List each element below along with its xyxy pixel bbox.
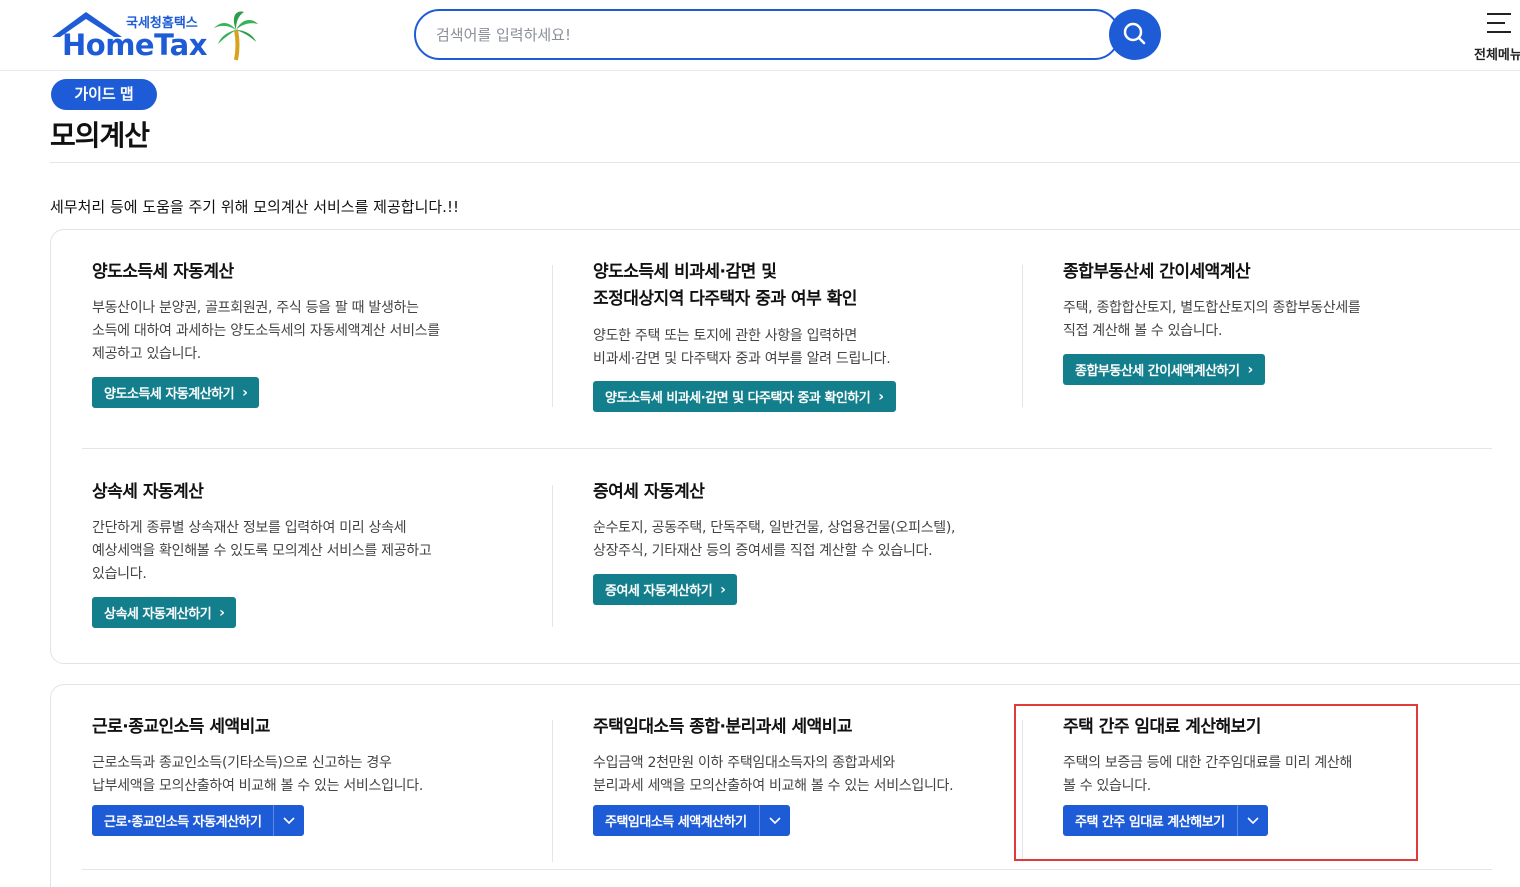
rental-income-dropdown-button[interactable]: [758, 805, 790, 836]
palm-tree-icon: [214, 11, 258, 61]
rental-income-calc-split-button: 주택임대소득 세액계산하기: [593, 805, 790, 836]
card-title: 종합부동산세 간이세액계산: [1063, 262, 1251, 282]
religious-income-dropdown-button[interactable]: [273, 805, 305, 836]
chevron-down-icon: [283, 816, 296, 824]
row-divider: [82, 869, 1492, 870]
capital-gains-calc-button[interactable]: 양도소득세 자동계산하기 ›: [92, 377, 260, 408]
card-description: 수입금액 2천만원 이하 주택임대소득자의 종합과세와 분리과세 세액을 모의산출…: [593, 755, 954, 794]
card-description: 주택, 종합합산토지, 별도합산토지의 종합부동산세를 직접 계산해 볼 수 있습…: [1063, 300, 1361, 339]
rental-income-calc-button[interactable]: 주택임대소득 세액계산하기: [593, 805, 759, 836]
card-title: 상속세 자동계산: [92, 482, 204, 502]
title-divider: [50, 162, 1520, 163]
column-divider: [552, 720, 553, 862]
header: 국세청홈택스 HomeTax 전체메뉴: [0, 0, 1520, 71]
religious-income-calc-split-button: 근로·종교인소득 자동계산하기: [92, 805, 305, 836]
highlight-box: [1014, 704, 1418, 861]
chevron-right-icon: ›: [219, 604, 225, 621]
intro-text: 세무처리 등에 도움을 주기 위해 모의계산 서비스를 제공합니다.!!: [50, 198, 459, 216]
row-divider: [82, 448, 1492, 449]
page-title: 모의계산: [50, 119, 150, 152]
search-icon: [1123, 22, 1146, 45]
column-divider: [552, 265, 553, 407]
hamburger-menu-icon: [1487, 13, 1511, 33]
card-description: 간단하게 종류별 상속재산 정보를 입력하여 미리 상속세 예상세액을 확인해볼 …: [92, 520, 432, 582]
all-menu-label: 전체메뉴: [1474, 48, 1520, 63]
card-title: 양도소득세 비과세·감면 및 조정대상지역 다주택자 중과 여부 확인: [593, 262, 857, 309]
card-description: 부동산이나 분양권, 골프회원권, 주식 등을 팔 때 발생하는 소득에 대하여 …: [92, 300, 440, 362]
inheritance-tax-calc-button[interactable]: 상속세 자동계산하기 ›: [92, 597, 237, 628]
chevron-right-icon: ›: [1247, 361, 1253, 378]
religious-income-calc-button[interactable]: 근로·종교인소득 자동계산하기: [92, 805, 274, 836]
card-title: 주택임대소득 종합·분리과세 세액비교: [593, 717, 853, 737]
hometax-logo[interactable]: 국세청홈택스 HomeTax: [50, 10, 265, 64]
logo-main-text: HomeTax: [62, 28, 207, 62]
search-input[interactable]: [436, 23, 1036, 47]
card-description: 순수토지, 공동주택, 단독주택, 일반건물, 상업용건물(오피스텔), 상장주식…: [593, 520, 956, 559]
tax-exemption-check-button[interactable]: 양도소득세 비과세·감면 및 다주택자 중과 확인하기 ›: [593, 381, 896, 412]
search-button[interactable]: [1109, 9, 1161, 60]
guide-map-badge[interactable]: 가이드 맵: [51, 79, 157, 110]
chevron-right-icon: ›: [242, 384, 248, 401]
comprehensive-property-tax-button[interactable]: 종합부동산세 간이세액계산하기 ›: [1063, 354, 1265, 385]
column-divider: [1022, 265, 1023, 407]
chevron-right-icon: ›: [878, 388, 884, 405]
search-box: [414, 9, 1120, 60]
card-title: 근로·종교인소득 세액비교: [92, 717, 270, 737]
card-title: 증여세 자동계산: [593, 482, 705, 502]
card-description: 근로소득과 종교인소득(기타소득)으로 신고하는 경우 납부세액을 모의산출하여 …: [92, 755, 423, 794]
all-menu-button[interactable]: 전체메뉴: [1470, 8, 1520, 64]
column-divider: [552, 485, 553, 627]
card-description: 양도한 주택 또는 토지에 관한 사항을 입력하면 비과세·감면 및 다주택자 중…: [593, 328, 891, 367]
card-title: 양도소득세 자동계산: [92, 262, 234, 282]
chevron-down-icon: [768, 816, 781, 824]
chevron-right-icon: ›: [720, 581, 726, 598]
gift-tax-calc-button[interactable]: 증여세 자동계산하기 ›: [593, 574, 738, 605]
